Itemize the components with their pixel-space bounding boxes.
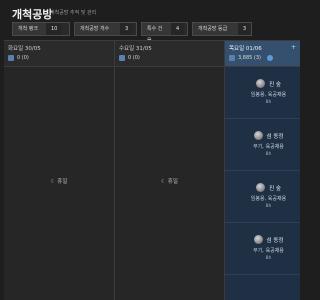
day-column-tuesday: 화요일 30/05 0 (0) ☾ 휴일 (4, 41, 115, 300)
add-button[interactable]: + (291, 44, 296, 52)
stat-workshop-grade: 개척공방 등급 3 (192, 22, 252, 36)
slot-role: 무기, 육공채용 (253, 248, 284, 254)
stat-label: 특수 건물 (142, 23, 171, 44)
stat-pioneer-rank: 개척 랭크 10 (12, 22, 70, 36)
slot-role: 임봉용, 육공채용 (250, 196, 287, 202)
schedule-slot[interactable]: 섬 동정 무기, 육공채용 8h (225, 119, 300, 171)
day-date: 수요일 31/05 (119, 46, 152, 52)
day-header[interactable]: 목요일 01/06 + 3,885 (3) (225, 41, 300, 67)
stat-workshop-count: 개척공방 개수 3 (74, 22, 137, 36)
day-body: 진 숲 임봉용, 육공채용 8h 섬 동정 무기, 육공채용 8h 진 숲 임봉… (225, 67, 300, 300)
slot-role: 임봉용, 육공채용 (250, 92, 287, 98)
slot-name: 섬 동정 (266, 133, 284, 140)
moon-icon: ☾ (50, 179, 56, 185)
page-header: 개척공방 개척공방 추적 및 관리 개척 랭크 10 개척공방 개수 3 특수 … (0, 0, 300, 44)
stat-value: 3 (120, 23, 134, 35)
slot-duration: 8h (265, 204, 272, 209)
stat-label: 개척공방 개수 (75, 23, 120, 35)
character-avatar (253, 235, 263, 244)
day-date: 화요일 30/05 (8, 46, 41, 52)
day-count: 3,885 (3) (238, 55, 261, 61)
schedule-board: 화요일 30/05 0 (0) ☾ 휴일 수요일 31/05 0 (0) ☾ 휴… (4, 40, 300, 300)
slot-name: 진 숲 (269, 185, 281, 192)
slot-role: 무기, 육공채용 (253, 144, 284, 150)
stat-special-building: 특수 건물 4 (141, 22, 188, 44)
day-column-thursday: 목요일 01/06 + 3,885 (3) 진 숲 임봉용, 육공채용 8h 섬… (225, 41, 300, 300)
rest-day-label: ☾ 휴일 (50, 179, 68, 185)
calendar-icon (8, 55, 14, 61)
character-avatar (253, 131, 263, 140)
day-body[interactable]: ☾ 휴일 (115, 67, 224, 300)
day-count: 0 (0) (17, 55, 29, 61)
day-body[interactable]: ☾ 휴일 (4, 67, 114, 300)
stat-label: 개척공방 등급 (193, 23, 238, 35)
stat-label: 개척 랭크 (13, 23, 46, 35)
schedule-slot[interactable]: 진 숲 임봉용, 육공채용 8h (225, 171, 300, 223)
moon-icon: ☾ (161, 179, 167, 185)
info-icon[interactable] (267, 55, 273, 61)
schedule-slot[interactable]: 섬 동정 무기, 육공채용 8h (225, 223, 300, 275)
day-date: 목요일 01/06 (229, 46, 262, 52)
slot-duration: 8h (265, 100, 272, 105)
stat-value: 3 (237, 23, 251, 35)
day-column-wednesday: 수요일 31/05 0 (0) ☾ 휴일 (115, 41, 225, 300)
character-avatar (256, 79, 266, 88)
calendar-icon (119, 55, 125, 61)
day-header[interactable]: 수요일 31/05 0 (0) (115, 41, 224, 67)
page-subtitle: 개척공방 추적 및 관리 (50, 10, 97, 16)
stat-value: 10 (46, 23, 63, 35)
rest-day-label: ☾ 휴일 (161, 179, 178, 185)
slot-name: 진 숲 (269, 81, 281, 88)
page-title: 개척공방 (12, 8, 53, 21)
slot-duration: 8h (265, 256, 272, 261)
schedule-slot[interactable]: 진 숲 임봉용, 육공채용 8h (225, 67, 300, 119)
stats-bar: 개척 랭크 10 개척공방 개수 3 특수 건물 4 개척공방 등급 3 (12, 22, 252, 44)
slot-name: 섬 동정 (266, 237, 284, 244)
stat-value: 4 (171, 23, 185, 35)
day-count: 0 (0) (128, 55, 140, 61)
day-header[interactable]: 화요일 30/05 0 (0) (4, 41, 114, 67)
character-avatar (256, 183, 266, 192)
slot-duration: 8h (265, 152, 272, 157)
calendar-icon (229, 55, 235, 61)
